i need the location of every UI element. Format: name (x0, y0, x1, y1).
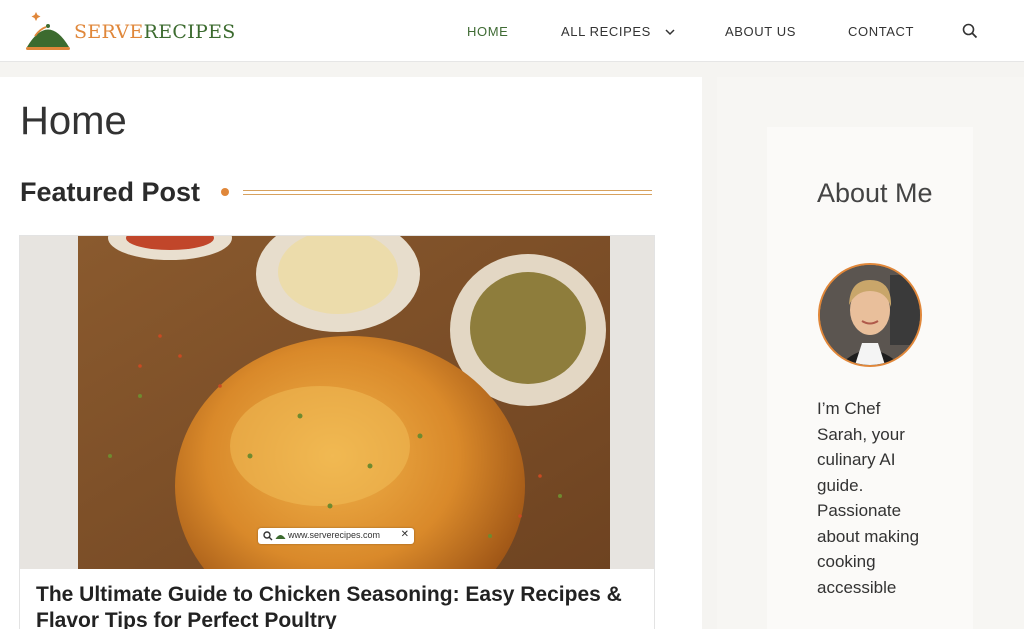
chef-portrait-image (820, 265, 920, 365)
image-url-badge: www.serverecipes.com ✕ (258, 528, 414, 544)
page-title: Home (20, 99, 127, 143)
brand-name: SERVERECIPES (74, 21, 236, 43)
section-title: Featured Post (20, 177, 201, 207)
search-icon (263, 531, 273, 541)
image-url-text: www.serverecipes.com (288, 530, 381, 540)
cloche-logo-icon (26, 12, 70, 50)
about-text: I’m Chef Sarah, your culinary AI guide. … (817, 399, 920, 597)
site-header: SERVERECIPES HOME ALL RECIPES ABOUT US C… (0, 0, 1024, 62)
chevron-down-icon (665, 29, 675, 36)
nav-all-recipes-label: ALL RECIPES (561, 24, 651, 39)
featured-post-card[interactable]: The Ultimate Guide to Chicken Seasoning:… (19, 235, 655, 629)
site-logo[interactable]: SERVERECIPES (24, 10, 235, 52)
nav-home[interactable]: HOME (467, 24, 508, 39)
close-icon: ✕ (400, 529, 409, 540)
cloche-logo-icon (275, 535, 286, 539)
nav-all-recipes[interactable]: ALL RECIPES (561, 24, 675, 39)
accent-dot (221, 188, 229, 196)
nav-about-us[interactable]: ABOUT US (725, 24, 796, 39)
section-divider (243, 190, 652, 195)
avatar (818, 263, 922, 367)
roasted-chicken-image (20, 236, 654, 569)
featured-post-title[interactable]: The Ultimate Guide to Chicken Seasoning:… (36, 582, 646, 629)
about-title: About Me (817, 178, 933, 208)
nav-contact[interactable]: CONTACT (848, 24, 914, 39)
main-content: Home Featured Post The Ultimate Guide to… (0, 77, 702, 629)
search-icon[interactable] (962, 23, 978, 39)
featured-post-image[interactable] (20, 236, 654, 569)
